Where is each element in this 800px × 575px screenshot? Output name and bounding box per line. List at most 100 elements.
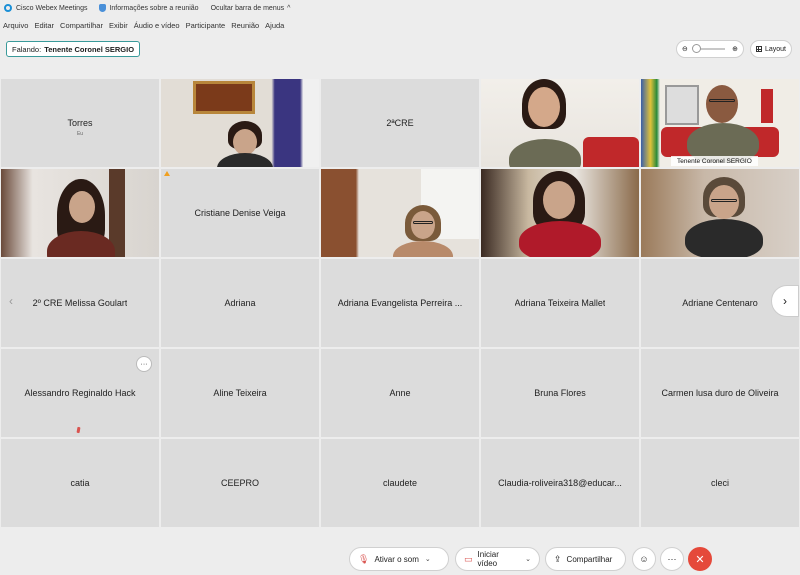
- speaking-indicator: Falando: Tenente Coronel SERGIO: [6, 41, 141, 57]
- participant-name: Adriana Evangelista Perreira ...: [337, 298, 463, 308]
- flag-stripe: [761, 89, 773, 123]
- video-person-face: [411, 211, 435, 239]
- zoom-in-icon[interactable]: ⊕: [732, 45, 738, 53]
- meeting-info-label: Informações sobre a reunião: [109, 4, 199, 12]
- video-person-face: [543, 181, 575, 219]
- participant-name: claudete: [382, 478, 418, 488]
- video-person-face: [528, 87, 560, 127]
- chevron-down-icon[interactable]: ⌄: [425, 555, 431, 563]
- share-label: Compartilhar: [566, 554, 613, 564]
- participant-name: Adriana Teixeira Mallet: [514, 298, 606, 308]
- start-video-button[interactable]: ▭ Iniciar vídeo ⌄: [455, 547, 540, 571]
- participant-name: 2ªCRE: [386, 118, 414, 128]
- participant-tile[interactable]: CEEPRO: [161, 439, 319, 527]
- reactions-button[interactable]: ☺: [632, 547, 656, 571]
- participant-name: Anne: [389, 388, 411, 398]
- mic-muted-icon: 🎙: [358, 553, 370, 564]
- participant-tile[interactable]: Cristiane Denise Veiga: [161, 169, 319, 257]
- menu-compartilhar[interactable]: Compartilhar: [60, 21, 103, 30]
- participant-tile[interactable]: Claudia-roliveira318@educar...: [481, 439, 639, 527]
- glasses: [711, 199, 737, 202]
- participant-name: catia: [70, 478, 90, 488]
- layout-label: Layout: [764, 45, 787, 53]
- hide-menu-button[interactable]: Ocultar barra de menus ^: [211, 5, 291, 12]
- participant-tile[interactable]: Anne: [321, 349, 479, 437]
- participant-tile[interactable]: Bruna Flores: [481, 349, 639, 437]
- participant-video-tile[interactable]: [161, 79, 319, 167]
- start-video-label: Iniciar vídeo: [477, 550, 499, 568]
- share-icon: ⇪: [554, 553, 562, 564]
- menu-participante[interactable]: Participante: [186, 21, 226, 30]
- participant-tile[interactable]: Carmen lusa duro de Oliveira: [641, 349, 799, 437]
- video-person-body: [519, 221, 601, 257]
- chevron-up-icon: ^: [287, 4, 291, 12]
- self-label: Eu: [76, 131, 84, 137]
- video-person-face: [69, 191, 95, 223]
- hide-menu-label: Ocultar barra de menus: [210, 4, 285, 12]
- participant-video-tile[interactable]: [321, 169, 479, 257]
- participant-name: CEEPRO: [220, 478, 259, 488]
- smiley-icon: ☺: [639, 554, 649, 564]
- participant-video-tile[interactable]: [481, 79, 639, 167]
- participant-tile[interactable]: Torres Eu: [1, 79, 159, 167]
- meeting-info-button[interactable]: Informações sobre a reunião: [99, 4, 199, 12]
- previous-page-button[interactable]: ‹: [2, 292, 20, 310]
- participant-name: Carmen lusa duro de Oliveira: [661, 388, 779, 398]
- menu-exibir[interactable]: Exibir: [109, 21, 128, 30]
- wall-painting: [193, 81, 255, 114]
- video-person-face: [709, 185, 739, 219]
- more-options-button[interactable]: ···: [136, 356, 152, 372]
- chevron-down-icon[interactable]: ⌄: [525, 555, 531, 563]
- participant-tile[interactable]: claudete: [321, 439, 479, 527]
- video-person-face: [706, 85, 738, 123]
- zoom-out-icon[interactable]: ⊖: [682, 45, 688, 53]
- chevron-left-icon: ‹: [9, 294, 13, 308]
- participant-name: Adriana: [224, 298, 256, 308]
- leave-meeting-button[interactable]: ✕: [688, 547, 712, 571]
- title-bar: Cisco Webex Meetings Informações sobre a…: [0, 0, 800, 16]
- participant-tile[interactable]: Adriana Evangelista Perreira ...: [321, 259, 479, 347]
- menu-ajuda[interactable]: Ajuda: [265, 21, 284, 30]
- next-page-button[interactable]: ›: [771, 285, 799, 317]
- participant-name: cleci: [710, 478, 729, 488]
- layout-button[interactable]: Layout: [750, 40, 792, 58]
- participant-name: Tenente Coronel SERGIO: [677, 157, 752, 165]
- menu-arquivo[interactable]: Arquivo: [3, 21, 28, 30]
- glasses: [413, 221, 433, 224]
- participant-video-tile[interactable]: [1, 169, 159, 257]
- participant-name: Aline Teixeira: [213, 388, 267, 398]
- video-person-body: [685, 219, 763, 257]
- participant-tile[interactable]: Adriana: [161, 259, 319, 347]
- zoom-slider-knob[interactable]: [692, 44, 701, 53]
- menu-audio-video[interactable]: Áudio e vídeo: [134, 21, 180, 30]
- participant-tile[interactable]: 2ªCRE: [321, 79, 479, 167]
- participant-tile[interactable]: catia: [1, 439, 159, 527]
- ellipsis-icon: ···: [667, 554, 677, 564]
- participant-tile[interactable]: Alessandro Reginaldo Hack ···: [1, 349, 159, 437]
- speaking-prefix: Falando:: [12, 44, 42, 54]
- participant-grid: Torres Eu 2ªCRE Tenente Coronel SERGIO C…: [0, 79, 800, 527]
- participant-name: Alessandro Reginaldo Hack: [24, 388, 136, 398]
- menu-reuniao[interactable]: Reunião: [231, 21, 259, 30]
- participant-name: Cristiane Denise Veiga: [194, 208, 286, 218]
- zoom-control[interactable]: ⊖ ⊕: [676, 40, 744, 58]
- participant-tile[interactable]: Aline Teixeira: [161, 349, 319, 437]
- participant-tile[interactable]: cleci: [641, 439, 799, 527]
- mic-muted-icon: [76, 426, 81, 434]
- share-button[interactable]: ⇪ Compartilhar: [545, 547, 626, 571]
- warning-icon: [164, 171, 170, 176]
- unmute-button[interactable]: 🎙 Ativar o som ⌄: [349, 547, 449, 571]
- app-title: Cisco Webex Meetings: [4, 4, 87, 12]
- participant-tile[interactable]: Adriana Teixeira Mallet: [481, 259, 639, 347]
- wall-banner: [665, 85, 699, 125]
- participant-name: 2º CRE Melissa Goulart: [32, 298, 128, 308]
- participant-video-tile[interactable]: [481, 169, 639, 257]
- more-options-button[interactable]: ···: [660, 547, 684, 571]
- active-speaker-tile[interactable]: Tenente Coronel SERGIO: [641, 79, 799, 167]
- layout-grid-icon: [755, 46, 762, 52]
- menu-editar[interactable]: Editar: [34, 21, 54, 30]
- red-chair: [583, 137, 639, 167]
- participant-tile[interactable]: 2º CRE Melissa Goulart: [1, 259, 159, 347]
- zoom-slider[interactable]: [692, 44, 725, 53]
- participant-video-tile[interactable]: [641, 169, 799, 257]
